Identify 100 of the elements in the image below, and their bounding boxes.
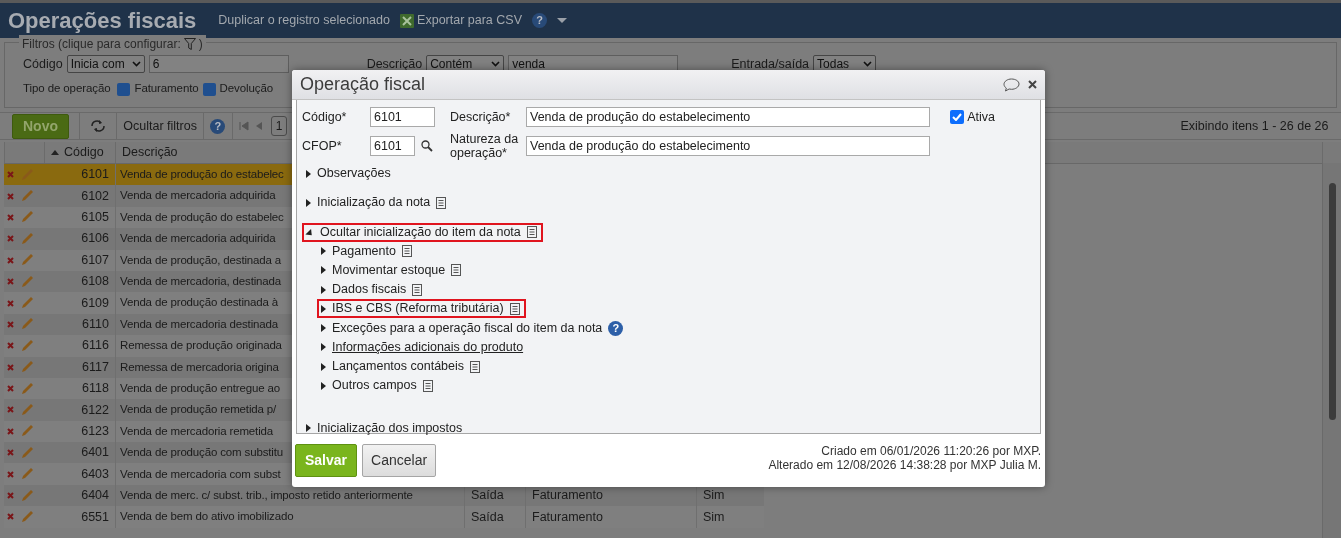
notes-icon[interactable] (422, 379, 433, 392)
export-csv-link[interactable]: Exportar para CSV (417, 11, 522, 30)
help-icon[interactable]: ? (532, 13, 547, 28)
field-label: Descrição (366, 55, 423, 73)
filters-legend: ) (198, 35, 203, 53)
expand-arrow-icon[interactable] (321, 266, 326, 275)
delete-icon[interactable] (7, 192, 15, 200)
chevron-down-icon (491, 61, 501, 67)
delete-icon[interactable] (7, 235, 15, 243)
pencil-icon[interactable] (20, 424, 35, 439)
expand-arrow-icon[interactable] (321, 247, 326, 255)
field-label: Tipo de operação (23, 81, 111, 97)
column-header[interactable]: Código (44, 142, 115, 163)
table-cell-text: 6551 (80, 508, 110, 526)
field-label: Código* (302, 108, 348, 126)
code-filter-input[interactable]: 6 (148, 55, 289, 73)
section-toggle[interactable]: Outros campos (317, 376, 439, 396)
field-label: CFOP* (302, 137, 343, 155)
checkbox[interactable] (117, 82, 131, 96)
expand-arrow-icon[interactable] (306, 424, 311, 432)
delete-icon[interactable] (7, 256, 15, 264)
section-toggle[interactable]: IBS e CBS (Reforma tributária) (317, 299, 526, 319)
filter-icon[interactable] (183, 38, 196, 50)
delete-icon[interactable] (7, 427, 15, 435)
close-icon[interactable] (1028, 80, 1037, 89)
dropdown-caret-icon[interactable] (557, 18, 567, 23)
pencil-icon[interactable] (20, 210, 35, 225)
notes-icon[interactable] (526, 226, 537, 238)
pencil-icon[interactable] (20, 253, 35, 268)
page-number-field[interactable]: 1 (270, 116, 288, 136)
table-cell-text: 6403 (80, 465, 110, 483)
table-cell-text: 6401 (80, 444, 110, 462)
notes-icon[interactable] (470, 360, 481, 373)
delete-icon[interactable] (7, 449, 15, 457)
checkbox-label: Faturamento (134, 81, 199, 97)
table-cell-text: 6108 (80, 273, 110, 291)
filters-legend[interactable]: Filtros (clique para configurar: (22, 35, 181, 53)
table-cell-text: 6404 (80, 487, 110, 505)
notes-icon[interactable] (509, 302, 520, 315)
search-icon[interactable] (421, 140, 434, 152)
pencil-icon[interactable] (20, 381, 35, 396)
scrollbar[interactable] (1322, 163, 1341, 538)
pencil-icon[interactable] (20, 338, 35, 353)
delete-icon[interactable] (7, 342, 15, 350)
checkbox-label: Devolução (219, 81, 274, 97)
refresh-icon[interactable] (90, 119, 106, 133)
delete-icon[interactable] (7, 171, 15, 179)
section-toggle[interactable]: Observações (302, 164, 397, 183)
expand-arrow-icon[interactable] (321, 362, 326, 371)
nature-input[interactable]: Venda de produção do estabelecimento (526, 136, 930, 156)
table-cell-text: 6101 (80, 166, 110, 184)
hide-filters-button[interactable]: Ocultar filtros (117, 116, 204, 136)
expand-arrow-icon[interactable] (321, 343, 326, 352)
code-input[interactable]: 6101 (370, 107, 435, 127)
delete-icon[interactable] (7, 492, 15, 500)
pencil-icon[interactable] (20, 509, 35, 524)
comment-icon[interactable] (1003, 77, 1020, 92)
notes-icon[interactable] (401, 245, 412, 257)
cancel-button[interactable]: Cancelar (362, 444, 437, 477)
description-input[interactable]: Venda de produção do estabelecimento (526, 107, 930, 127)
notes-icon[interactable] (412, 283, 423, 296)
checkbox-label: Ativa (967, 108, 995, 126)
pencil-icon[interactable] (20, 467, 35, 482)
delete-icon[interactable] (7, 385, 15, 393)
pencil-icon[interactable] (20, 296, 35, 311)
delete-icon[interactable] (7, 406, 15, 414)
delete-icon[interactable] (7, 320, 15, 328)
spreadsheet-icon[interactable] (399, 13, 414, 28)
delete-icon[interactable] (7, 363, 15, 371)
field-label: Código (23, 55, 63, 73)
items-summary: Exibindo itens 1 - 26 de 26 (1180, 117, 1329, 135)
delete-icon[interactable] (7, 299, 15, 307)
previous-page-icon[interactable] (254, 121, 263, 131)
expand-arrow-icon[interactable] (321, 381, 326, 390)
expand-arrow-icon[interactable] (321, 324, 326, 332)
expand-arrow-icon[interactable] (321, 304, 326, 313)
delete-icon[interactable] (7, 278, 15, 286)
delete-icon[interactable] (7, 213, 15, 221)
expand-arrow-icon[interactable] (321, 285, 326, 294)
notes-icon[interactable] (451, 264, 462, 277)
table-cell: Faturamento (525, 506, 696, 528)
delete-icon[interactable] (7, 513, 15, 521)
field-label: Entrada/saída (731, 55, 810, 73)
table-cell-text: 6118 (81, 380, 110, 398)
first-page-icon[interactable] (238, 121, 249, 131)
expand-arrow-icon[interactable] (306, 169, 311, 178)
operator-select[interactable]: Inicia com (66, 55, 145, 73)
help-icon[interactable]: ? (608, 320, 624, 336)
checkbox[interactable] (202, 82, 216, 96)
notes-icon[interactable] (436, 196, 447, 209)
delete-icon[interactable] (7, 470, 15, 478)
checkbox[interactable] (950, 110, 964, 124)
table-cell: Sim (696, 506, 764, 528)
section-toggle[interactable]: Ocultar inicialização do item da nota (302, 222, 543, 242)
cfop-input[interactable]: 6101 (370, 136, 415, 156)
duplicate-link[interactable]: Duplicar o registro selecionado (218, 11, 390, 30)
chevron-down-icon (131, 61, 141, 67)
expand-arrow-icon[interactable] (306, 198, 311, 207)
chevron-down-icon (863, 61, 873, 67)
help-icon[interactable]: ? (210, 118, 226, 134)
